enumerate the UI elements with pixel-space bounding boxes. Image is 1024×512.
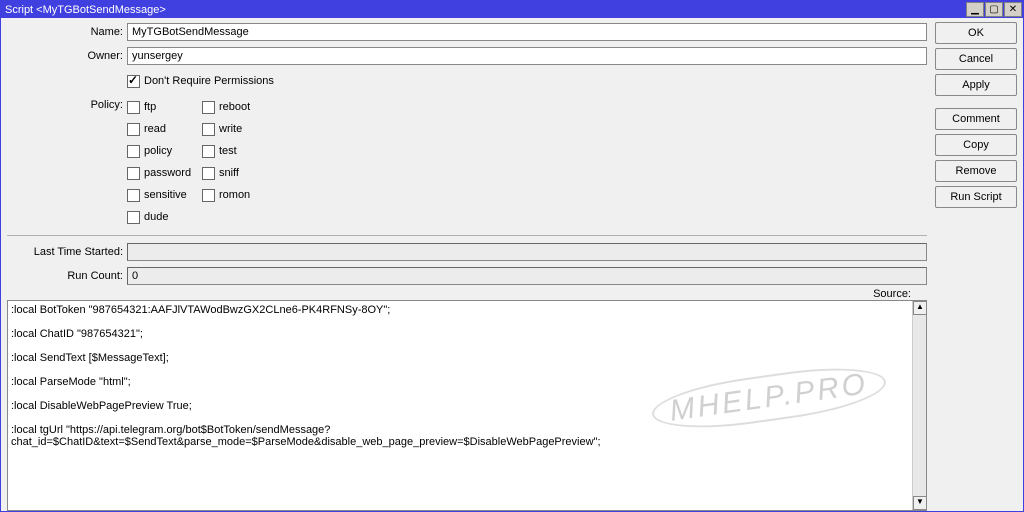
policy-reboot-checkbox[interactable] xyxy=(202,101,215,114)
policy-test-checkbox[interactable] xyxy=(202,145,215,158)
policy-read-checkbox[interactable] xyxy=(127,123,140,136)
apply-button[interactable]: Apply xyxy=(935,74,1017,96)
policy-read-row: read xyxy=(127,118,202,140)
policy-password-row: password xyxy=(127,162,202,184)
dont-require-permissions-label: Don't Require Permissions xyxy=(144,75,274,87)
policy-col1: ftp read policy password sensitive dude xyxy=(127,96,202,228)
policy-col2: reboot write test sniff romon xyxy=(202,96,250,228)
client-area: Name: Owner: Don't Require Permissions P… xyxy=(1,18,1023,511)
close-button[interactable]: ✕ xyxy=(1004,2,1022,17)
policy-write-row: write xyxy=(202,118,250,140)
policy-password-label: password xyxy=(144,167,191,179)
policy-policy-checkbox[interactable] xyxy=(127,145,140,158)
policy-reboot-row: reboot xyxy=(202,96,250,118)
scroll-up-button[interactable]: ▲ xyxy=(913,301,927,315)
scroll-down-button[interactable]: ▼ xyxy=(913,496,927,510)
policy-romon-label: romon xyxy=(219,189,250,201)
policy-ftp-checkbox[interactable] xyxy=(127,101,140,114)
dont-require-permissions-row: Don't Require Permissions xyxy=(127,70,274,92)
policy-ftp-label: ftp xyxy=(144,101,156,113)
scrollbar[interactable]: ▲ ▼ xyxy=(912,301,926,510)
policy-romon-row: romon xyxy=(202,184,250,206)
policy-dude-checkbox[interactable] xyxy=(127,211,140,224)
policy-dude-row: dude xyxy=(127,206,202,228)
policy-password-checkbox[interactable] xyxy=(127,167,140,180)
last-time-value xyxy=(127,243,927,261)
minimize-button[interactable]: ▁ xyxy=(966,2,984,17)
cancel-button[interactable]: Cancel xyxy=(935,48,1017,70)
button-sidebar: OK Cancel Apply Comment Copy Remove Run … xyxy=(933,18,1023,511)
run-script-button[interactable]: Run Script xyxy=(935,186,1017,208)
policy-ftp-row: ftp xyxy=(127,96,202,118)
titlebar[interactable]: Script <MyTGBotSendMessage> ▁ ▢ ✕ xyxy=(1,1,1023,18)
policy-reboot-label: reboot xyxy=(219,101,250,113)
policy-write-label: write xyxy=(219,123,242,135)
policy-policy-label: policy xyxy=(144,145,172,157)
remove-button[interactable]: Remove xyxy=(935,160,1017,182)
owner-label: Owner: xyxy=(7,50,127,62)
titlebar-buttons: ▁ ▢ ✕ xyxy=(965,2,1022,17)
policy-sniff-label: sniff xyxy=(219,167,239,179)
policy-test-row: test xyxy=(202,140,250,162)
policy-write-checkbox[interactable] xyxy=(202,123,215,136)
comment-button[interactable]: Comment xyxy=(935,108,1017,130)
divider xyxy=(7,235,927,236)
policy-label: Policy: xyxy=(7,96,127,111)
name-input[interactable] xyxy=(127,23,927,41)
run-count-label: Run Count: xyxy=(7,270,127,282)
owner-input[interactable] xyxy=(127,47,927,65)
maximize-button[interactable]: ▢ xyxy=(985,2,1003,17)
source-textarea[interactable]: :local BotToken "987654321:AAFJlVTAWodBw… xyxy=(7,300,927,511)
policy-dude-label: dude xyxy=(144,211,168,223)
name-label: Name: xyxy=(7,26,127,38)
main-panel: Name: Owner: Don't Require Permissions P… xyxy=(1,18,933,511)
policy-sensitive-row: sensitive xyxy=(127,184,202,206)
source-label: Source: xyxy=(871,288,913,300)
policy-sensitive-checkbox[interactable] xyxy=(127,189,140,202)
run-count-value: 0 xyxy=(127,267,927,285)
policy-sniff-checkbox[interactable] xyxy=(202,167,215,180)
policy-test-label: test xyxy=(219,145,237,157)
copy-button[interactable]: Copy xyxy=(935,134,1017,156)
policy-sniff-row: sniff xyxy=(202,162,250,184)
ok-button[interactable]: OK xyxy=(935,22,1017,44)
last-time-label: Last Time Started: xyxy=(7,246,127,258)
policy-sensitive-label: sensitive xyxy=(144,189,187,201)
script-window: Script <MyTGBotSendMessage> ▁ ▢ ✕ Name: … xyxy=(0,0,1024,512)
source-area: Source: :local BotToken "987654321:AAFJl… xyxy=(7,294,927,511)
policy-read-label: read xyxy=(144,123,166,135)
policy-area: ftp read policy password sensitive dude reboo… xyxy=(127,96,250,228)
policy-romon-checkbox[interactable] xyxy=(202,189,215,202)
dont-require-permissions-checkbox[interactable] xyxy=(127,75,140,88)
policy-policy-row: policy xyxy=(127,140,202,162)
window-title: Script <MyTGBotSendMessage> xyxy=(5,4,166,16)
